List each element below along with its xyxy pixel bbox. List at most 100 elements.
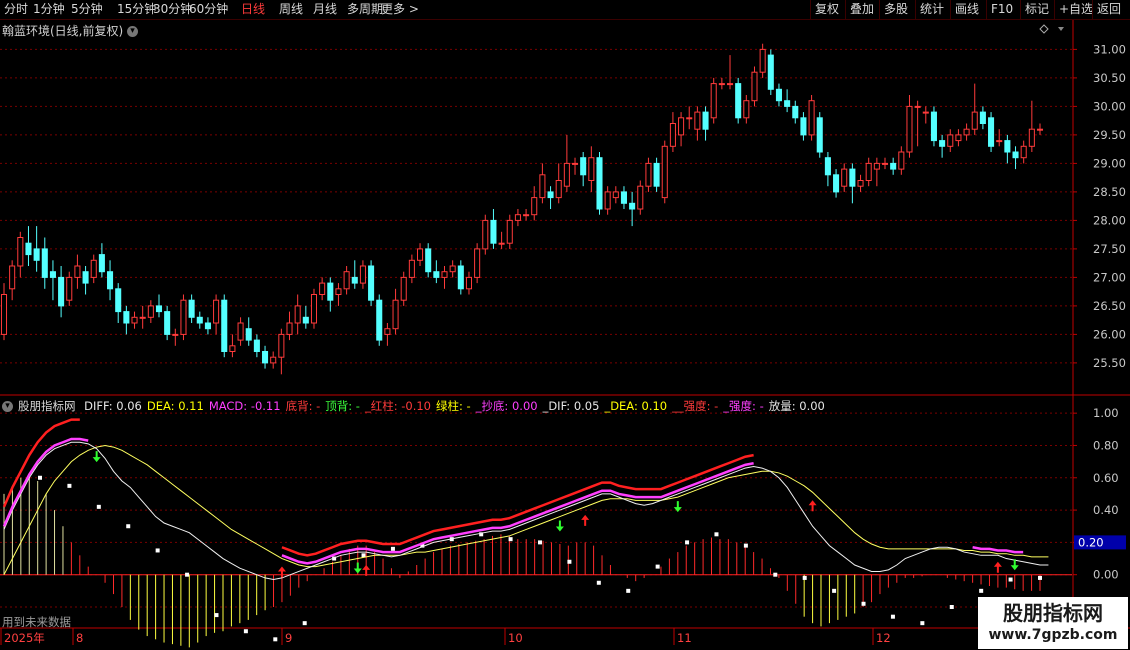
chevron-down-icon (1058, 27, 1064, 31)
candle-body (498, 242, 505, 245)
candle-body (147, 305, 154, 318)
legend-item-3: 底背: - (285, 399, 321, 413)
candle-body (155, 305, 163, 313)
volume-dot (273, 637, 278, 642)
candle-body (131, 316, 138, 324)
candle-body (302, 316, 309, 324)
volume-dot (1038, 575, 1042, 580)
candle-body (514, 214, 521, 221)
toolbar-button-0[interactable]: 复权 (810, 0, 843, 19)
toolbar-button-4[interactable]: 画线 (950, 0, 983, 19)
volume-dot (714, 532, 719, 537)
candle-body (441, 271, 448, 278)
candle-body (735, 83, 742, 119)
toolbar-tab-5[interactable]: 60分钟 (189, 0, 228, 19)
volume-dot (302, 621, 307, 626)
candle-body (702, 111, 709, 130)
toolbar-tab-10[interactable]: 更多 > (381, 0, 419, 19)
indicator-legend: ▾ 股朋指标网 DIFF: 0.06 DEA: 0.11 MACD: -0.11 底背:… (2, 398, 830, 414)
stock-title-bar: 翰蓝环境(日线,前复权) ▾ (2, 22, 141, 39)
candle-body (449, 265, 456, 273)
legend-item-8: _DIF: 0.05 (542, 399, 600, 413)
toolbar-button-3[interactable]: 统计 (915, 0, 948, 19)
toolbar-button-1[interactable]: 叠加 (845, 0, 878, 19)
candle-body (678, 117, 685, 136)
candle-body (686, 117, 693, 120)
candle-body (33, 248, 40, 261)
toolbar-button-8[interactable]: 返回 (1092, 0, 1125, 19)
candle-body (890, 162, 897, 170)
candle-body (669, 123, 676, 147)
candle-body (164, 311, 171, 335)
macd-axis-label: 0.60 (1093, 471, 1119, 485)
candle-body (906, 105, 913, 153)
toolbar-tab-6[interactable]: 日线 (241, 0, 265, 19)
indicator-name: 股朋指标网 (18, 399, 76, 413)
candle-body (751, 71, 758, 102)
chevron-down-icon[interactable]: ▾ (127, 26, 139, 37)
candle-body (74, 265, 81, 278)
candle-body (196, 316, 203, 324)
macd-axis-label: 0.80 (1093, 438, 1119, 452)
chevron-down-icon[interactable]: ▾ (2, 401, 13, 412)
legend-item-6: 绿柱: - (436, 399, 471, 413)
volume-dot (979, 588, 984, 593)
candle-body (1028, 128, 1035, 147)
date-axis-label: 12 (876, 631, 891, 645)
candle-body (580, 157, 587, 176)
candle-body (408, 259, 415, 278)
candle-body (384, 328, 391, 335)
toolbar-button-2[interactable]: 多股 (879, 0, 912, 19)
toolbar-button-6[interactable]: 标记 (1020, 0, 1053, 19)
candle-body (849, 168, 856, 187)
candle-body (523, 214, 530, 217)
candle-body (939, 140, 946, 147)
candle-body (335, 288, 342, 295)
volume-dot (214, 613, 219, 618)
strength-magenta-line (972, 546, 1024, 554)
toolbar-tab-3[interactable]: 15分钟 (117, 0, 156, 19)
candle-body (139, 316, 146, 319)
candle-body (971, 111, 978, 130)
candle-body (857, 180, 864, 187)
legend-item-2: MACD: -0.11 (208, 399, 281, 413)
candle-body (620, 191, 627, 204)
candle-body (490, 219, 497, 244)
candle-body (17, 237, 24, 267)
legend-item-1: DEA: 0.11 (146, 399, 204, 413)
candle-body (767, 54, 774, 90)
toolbar-tab-1[interactable]: 1分钟 (33, 0, 65, 19)
volume-dot (920, 621, 925, 626)
toolbar-tab-9[interactable]: 多周期 (347, 0, 383, 19)
volume-dot (773, 572, 778, 577)
candle-body (661, 145, 668, 199)
candle-body (792, 105, 799, 119)
toolbar-tab-4[interactable]: 30分钟 (153, 0, 192, 19)
price-axis-label: 28.00 (1093, 213, 1126, 227)
toolbar-button-7[interactable]: +自选 (1054, 0, 1097, 19)
candle-body (204, 322, 211, 330)
candle-body (270, 356, 277, 364)
price-axis-label: 26.50 (1093, 299, 1126, 313)
toolbar-tab-0[interactable]: 分时 (4, 0, 28, 19)
candle-body (726, 83, 734, 86)
toolbar-tab-7[interactable]: 周线 (279, 0, 303, 19)
candle-body (253, 339, 260, 353)
candle-body (775, 88, 782, 102)
volume-dot (655, 564, 660, 569)
stock-chart: 31.00 30.50 30.00 29.50 29.00 28.50 28.00 27.50… (0, 20, 1130, 648)
candle-body (319, 282, 326, 296)
candle-body (955, 134, 962, 142)
candle-body (808, 100, 815, 136)
candle-body (547, 191, 554, 199)
candle-body (9, 265, 16, 290)
legend-item-12: 放量: 0.00 (768, 399, 825, 413)
toolbar-tab-2[interactable]: 5分钟 (71, 0, 103, 19)
candle-body (82, 271, 89, 284)
candle-body (58, 276, 65, 307)
candle-body (824, 157, 831, 176)
toolbar-button-5[interactable]: F10 (986, 0, 1017, 19)
toolbar-tab-8[interactable]: 月线 (313, 0, 337, 19)
watermark-url: www.7gpzb.com (988, 627, 1118, 643)
candle-body (66, 276, 73, 301)
